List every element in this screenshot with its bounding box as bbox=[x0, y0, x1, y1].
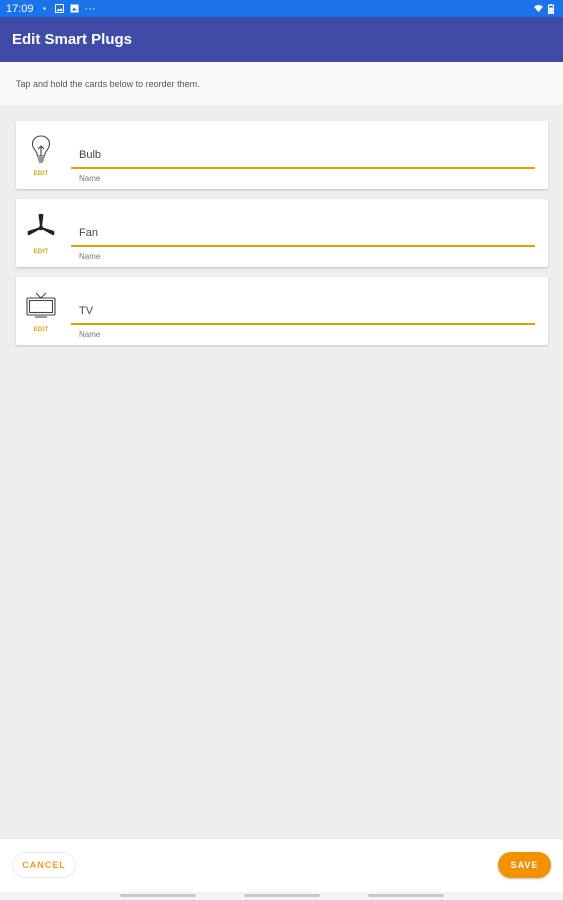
more-icon: ··· bbox=[84, 2, 96, 15]
name-helper-text: Name bbox=[79, 252, 101, 261]
status-right bbox=[534, 4, 557, 15]
fan-icon bbox=[24, 211, 58, 245]
status-bar: 17:09 ··· bbox=[0, 0, 563, 17]
page-title: Edit Smart Plugs bbox=[12, 31, 133, 48]
photo-icon bbox=[70, 4, 79, 13]
status-time: 17:09 bbox=[6, 2, 34, 15]
edit-icon-button[interactable]: EDIT bbox=[28, 327, 54, 333]
name-helper-text: Name bbox=[79, 330, 101, 339]
name-input-bulb[interactable] bbox=[71, 143, 535, 169]
name-input-tv[interactable] bbox=[71, 299, 535, 325]
edit-icon-button[interactable]: EDIT bbox=[28, 249, 54, 255]
save-button[interactable]: SAVE bbox=[498, 852, 551, 878]
plug-card-tv[interactable]: EDIT Name bbox=[16, 277, 548, 345]
tv-icon bbox=[24, 289, 58, 323]
plug-card-fan[interactable]: EDIT Name bbox=[16, 199, 548, 267]
system-nav-bar bbox=[0, 892, 563, 900]
battery-icon bbox=[548, 4, 557, 15]
bulb-icon bbox=[24, 133, 58, 167]
wifi-icon bbox=[534, 4, 543, 13]
hint-text: Tap and hold the cards below to reorder … bbox=[16, 78, 200, 89]
bottom-action-bar: CANCEL SAVE bbox=[0, 838, 563, 892]
nav-pill[interactable] bbox=[368, 894, 444, 897]
name-input-fan[interactable] bbox=[71, 221, 535, 247]
reorder-hint: Tap and hold the cards below to reorder … bbox=[0, 62, 563, 105]
status-left: 17:09 ··· bbox=[6, 3, 96, 15]
nav-pill[interactable] bbox=[244, 894, 320, 897]
app-bar: Edit Smart Plugs bbox=[0, 17, 563, 62]
edit-icon-button[interactable]: EDIT bbox=[28, 171, 54, 177]
plug-card-list: EDIT Name EDIT Name EDIT bbox=[16, 121, 548, 355]
image-icon bbox=[54, 4, 64, 13]
name-helper-text: Name bbox=[79, 174, 101, 183]
plug-card-bulb[interactable]: EDIT Name bbox=[16, 121, 548, 189]
nav-pill[interactable] bbox=[120, 894, 196, 897]
dot-icon bbox=[40, 4, 49, 13]
cancel-button[interactable]: CANCEL bbox=[12, 852, 76, 878]
